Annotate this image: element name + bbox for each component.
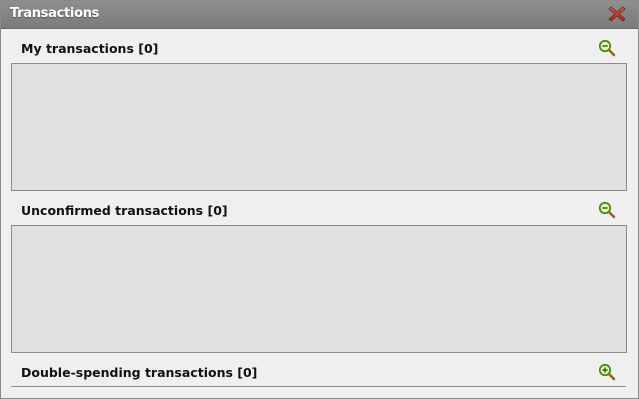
transactions-window: Transactions My transactions [0] Unconfi… — [0, 0, 639, 399]
section-divider — [11, 386, 626, 387]
window-title: Transactions — [10, 6, 100, 21]
zoom-out-icon[interactable] — [598, 201, 616, 219]
title-bar: Transactions — [1, 1, 638, 29]
close-icon[interactable] — [607, 4, 627, 24]
zoom-in-icon[interactable] — [598, 363, 616, 381]
zoom-out-icon[interactable] — [598, 39, 616, 57]
my-transactions-header: My transactions [0] — [21, 41, 159, 56]
unconfirmed-transactions-header: Unconfirmed transactions [0] — [21, 203, 228, 218]
my-transactions-list[interactable] — [11, 63, 627, 191]
double-spending-transactions-header: Double-spending transactions [0] — [21, 365, 258, 380]
unconfirmed-transactions-list[interactable] — [11, 225, 627, 353]
